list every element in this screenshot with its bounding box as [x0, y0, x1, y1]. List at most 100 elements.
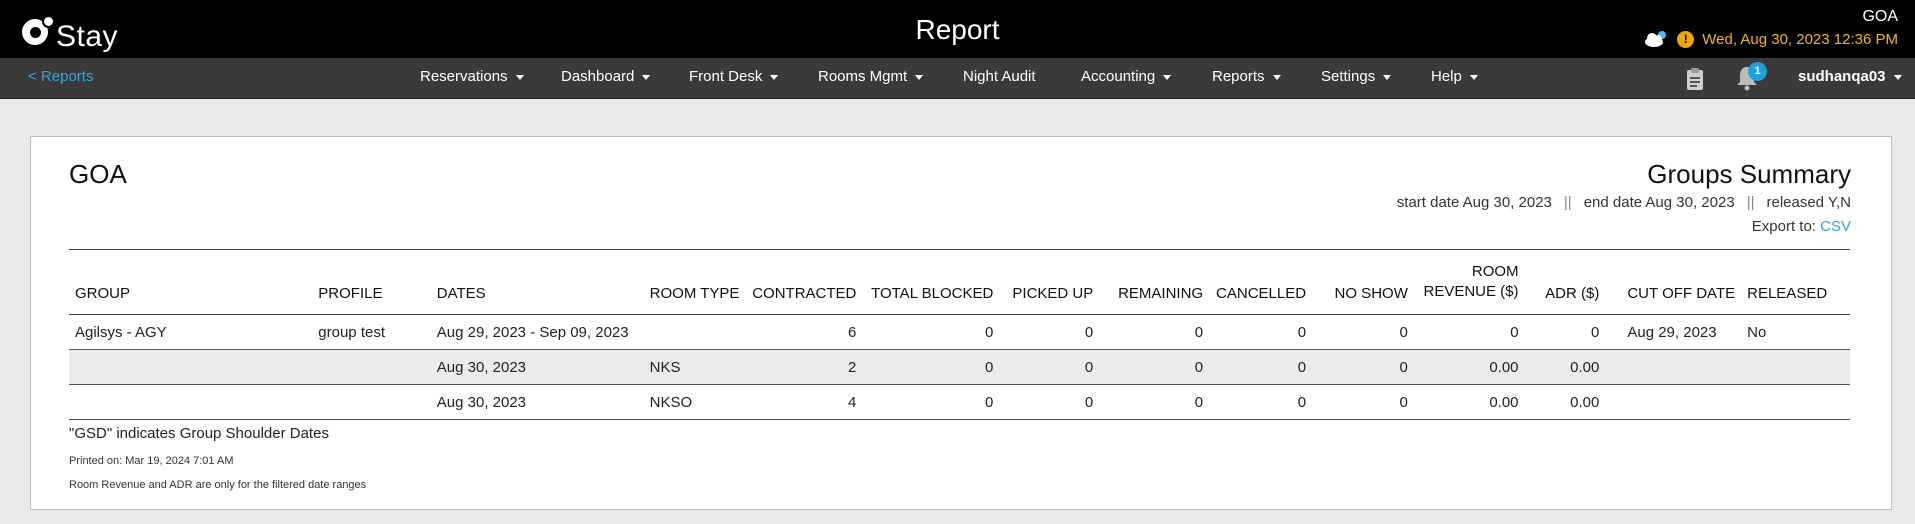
- cell-cut-off-date: [1605, 350, 1741, 385]
- weather-cloud-icon[interactable]: [1643, 30, 1669, 48]
- col-dates[interactable]: DATES: [431, 250, 644, 315]
- user-name: sudhanqa03: [1798, 68, 1886, 85]
- nav-dashboard[interactable]: Dashboard: [561, 68, 651, 85]
- nav-night-audit[interactable]: Night Audit: [963, 68, 1036, 85]
- printed-on: Printed on: Mar 19, 2024 7:01 AM: [69, 455, 234, 467]
- separator: ||: [1746, 194, 1755, 211]
- table-header-row: GROUP PROFILE DATES ROOM TYPE CONTRACTED…: [69, 249, 1850, 315]
- nav-label: Accounting: [1081, 68, 1156, 85]
- export-csv-link[interactable]: CSV: [1820, 218, 1851, 235]
- cell-cut-off-date: [1605, 385, 1741, 420]
- caret-down-icon: [1272, 74, 1281, 80]
- col-adr[interactable]: ADR ($): [1525, 250, 1606, 315]
- col-picked-up[interactable]: PICKED UP: [999, 250, 1099, 315]
- cell-room-type: NKS: [649, 358, 681, 376]
- report-property: GOA: [69, 159, 127, 189]
- cell-picked-up: 0: [1084, 323, 1094, 341]
- cell-released: No: [1747, 323, 1767, 341]
- separator: ||: [1563, 194, 1572, 211]
- nav-label: Front Desk: [689, 68, 763, 85]
- cell-remaining: 0: [1194, 358, 1204, 376]
- cell-no-show: 0: [1399, 358, 1408, 376]
- cell-room-type: NKSO: [649, 393, 693, 411]
- nav-label: Dashboard: [561, 68, 635, 85]
- clipboard-icon[interactable]: [1686, 67, 1704, 96]
- nav-front-desk[interactable]: Front Desk: [689, 68, 779, 85]
- caret-down-icon: [1469, 74, 1478, 80]
- released-filter: released Y,N: [1766, 194, 1851, 211]
- caret-down-icon: [1383, 74, 1392, 80]
- cell-cancelled: 0: [1297, 323, 1307, 341]
- cell-released: [1741, 385, 1850, 420]
- cell-dates: Aug 29, 2023 - Sep 09, 2023: [436, 323, 629, 341]
- caret-down-icon: [1893, 74, 1902, 80]
- cell-picked-up: 0: [1084, 358, 1094, 376]
- col-cut-off-date[interactable]: CUT OFF DATE: [1605, 250, 1741, 315]
- col-room-revenue[interactable]: ROOM REVENUE ($): [1414, 250, 1525, 315]
- cell-room-revenue: 0.00: [1489, 358, 1519, 376]
- nav-accounting[interactable]: Accounting: [1081, 68, 1172, 85]
- col-group[interactable]: GROUP: [69, 250, 312, 315]
- caret-down-icon: [770, 74, 779, 80]
- groups-summary-table: GROUP PROFILE DATES ROOM TYPE CONTRACTED…: [69, 249, 1850, 420]
- col-total-blocked[interactable]: TOTAL BLOCKED: [862, 250, 999, 315]
- user-menu[interactable]: sudhanqa03: [1798, 68, 1902, 85]
- cell-room-revenue: 0.00: [1489, 393, 1519, 411]
- cell-contracted: 2: [848, 358, 857, 376]
- export-label: Export to:: [1751, 218, 1816, 235]
- gsd-note: "GSD" indicates Group Shoulder Dates: [69, 425, 329, 442]
- col-cancelled[interactable]: CANCELLED: [1209, 250, 1312, 315]
- cell-group: [69, 350, 312, 385]
- col-no-show[interactable]: NO SHOW: [1312, 250, 1414, 315]
- cell-adr: 0.00: [1570, 358, 1600, 376]
- caret-down-icon: [515, 74, 524, 80]
- start-date: start date Aug 30, 2023: [1396, 194, 1552, 211]
- cell-dates: Aug 30, 2023: [436, 358, 527, 376]
- table-row: Aug 30, 2023 NKS 2 0 0 0 0 0 0.00 0.00: [69, 349, 1850, 385]
- cell-group: [69, 385, 312, 420]
- cell-profile: group test: [318, 323, 385, 341]
- cell-remaining: 0: [1194, 323, 1204, 341]
- group-name-link[interactable]: Agilsys - AGY: [69, 315, 312, 350]
- nav-label: Help: [1431, 68, 1462, 85]
- report-title: Groups Summary: [1647, 159, 1851, 189]
- nav-reservations[interactable]: Reservations: [420, 68, 524, 85]
- col-remaining[interactable]: REMAINING: [1099, 250, 1209, 315]
- col-profile[interactable]: PROFILE: [312, 250, 431, 315]
- cell-contracted: 4: [848, 393, 857, 411]
- caret-down-icon: [915, 74, 924, 80]
- end-date: end date Aug 30, 2023: [1583, 194, 1735, 211]
- nav-label: Settings: [1321, 68, 1376, 85]
- export-row: Export to: CSV: [1752, 218, 1851, 235]
- cell-cut-off-date: Aug 29, 2023: [1627, 323, 1717, 341]
- alert-icon[interactable]: !: [1677, 30, 1695, 48]
- nav-reports[interactable]: Reports: [1212, 68, 1281, 85]
- caret-down-icon: [1163, 74, 1172, 80]
- table-row: Aug 30, 2023 NKSO 4 0 0 0 0 0 0.00 0.00: [69, 385, 1850, 420]
- cell-remaining: 0: [1194, 393, 1204, 411]
- col-contracted[interactable]: CONTRACTED: [745, 250, 862, 315]
- cell-picked-up: 0: [1084, 393, 1094, 411]
- back-to-reports-link[interactable]: < Reports: [28, 68, 93, 85]
- cell-profile: [312, 350, 431, 385]
- page-title: Report: [915, 14, 1000, 45]
- table-row: Agilsys - AGY group test Aug 29, 2023 - …: [69, 315, 1850, 350]
- col-released[interactable]: RELEASED: [1741, 250, 1850, 315]
- cell-room-revenue: 0: [1510, 323, 1519, 341]
- cell-profile: [312, 385, 431, 420]
- cell-room-type: [644, 315, 746, 350]
- nav-label: Night Audit: [963, 68, 1036, 85]
- col-room-type[interactable]: ROOM TYPE: [644, 250, 746, 315]
- cell-no-show: 0: [1399, 393, 1408, 411]
- cell-no-show: 0: [1399, 323, 1408, 341]
- nav-label: Rooms Mgmt: [818, 68, 908, 85]
- nav-rooms-mgmt[interactable]: Rooms Mgmt: [818, 68, 924, 85]
- cell-contracted: 6: [848, 323, 857, 341]
- cell-total-blocked: 0: [985, 393, 994, 411]
- cell-cancelled: 0: [1297, 393, 1307, 411]
- nav-settings[interactable]: Settings: [1321, 68, 1392, 85]
- nav-help[interactable]: Help: [1431, 68, 1478, 85]
- cell-released: [1741, 350, 1850, 385]
- cell-dates: Aug 30, 2023: [436, 393, 527, 411]
- main-nav: < Reports Reservations Dashboard Front D…: [0, 58, 1915, 99]
